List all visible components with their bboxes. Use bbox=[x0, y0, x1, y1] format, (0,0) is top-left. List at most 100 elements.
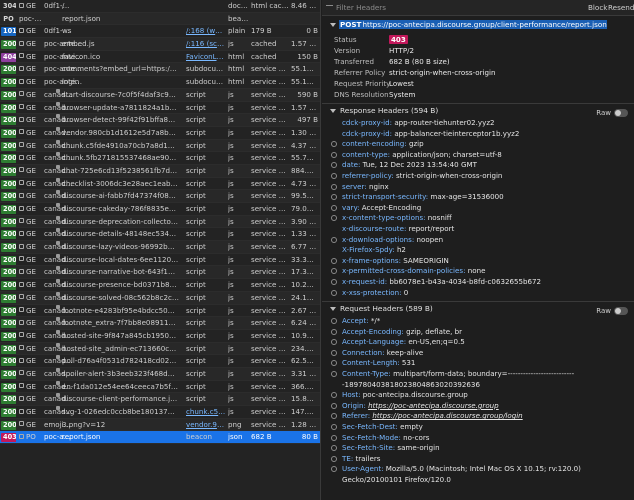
request-row[interactable]: 200 GE canad... vendor.980cb1d1612e5d7a8b36… bbox=[0, 126, 320, 140]
help-icon[interactable] bbox=[331, 162, 337, 169]
help-icon[interactable] bbox=[331, 434, 337, 441]
header-row[interactable]: server: nginx bbox=[322, 182, 634, 193]
request-row[interactable]: 200 GE canad... en-f1da012e54ee64ceeca7b5f1… bbox=[0, 380, 320, 394]
request-row[interactable]: 200 GE canad... footnote_extra-7f7bb8e08911… bbox=[0, 317, 320, 330]
request-row[interactable]: 200 GE canad... chunk.c5fde4910a70cb7a8d19.… bbox=[0, 139, 320, 153]
initiator-cell[interactable]: FaviconLo... bbox=[186, 51, 226, 64]
header-row[interactable]: x-permitted-cross-domain-policies: none bbox=[322, 266, 634, 277]
header-row[interactable]: X-Firefox-Spdy: h2 bbox=[322, 245, 634, 256]
request-row[interactable]: 200 GE canad... discourse-lazy-videos-96992… bbox=[0, 241, 320, 254]
request-row[interactable]: 200 GE canad... browser-detect-99f42f91bffa… bbox=[0, 114, 320, 127]
help-icon[interactable] bbox=[331, 204, 337, 211]
help-icon[interactable] bbox=[331, 424, 337, 431]
help-icon[interactable] bbox=[331, 151, 337, 158]
request-row[interactable]: 200 GE canad... chat-725e6cd13f5238561fb7da… bbox=[0, 164, 320, 178]
help-icon[interactable] bbox=[331, 141, 337, 148]
help-icon[interactable] bbox=[331, 349, 337, 356]
request-row[interactable]: 200 GE poc-ante... comments?embed_url=https… bbox=[0, 63, 320, 77]
request-row[interactable]: 200 GE canad... discourse-client-performanc… bbox=[0, 393, 320, 406]
help-icon[interactable] bbox=[331, 402, 337, 409]
request-row[interactable]: 200 GE emoji... 3.png?v=12 vendor.98... png se… bbox=[0, 418, 320, 432]
header-row[interactable]: Origin: https://poc-antecipa.discourse.g… bbox=[322, 401, 634, 412]
toggle-switch[interactable] bbox=[614, 109, 628, 117]
request-row[interactable]: 200 GE canad... discourse-cakeday-786f8835e… bbox=[0, 203, 320, 216]
help-icon[interactable] bbox=[331, 183, 337, 190]
request-line[interactable]: POSThttps://poc-antecipa.discourse.group… bbox=[322, 16, 634, 32]
header-row[interactable]: Sec-Fetch-Site: same-origin bbox=[322, 443, 634, 454]
initiator-cell[interactable]: /:168 (web... bbox=[186, 25, 226, 38]
header-row[interactable]: User-Agent: Mozilla/5.0 (Macintosh; Inte… bbox=[322, 464, 634, 485]
header-row[interactable]: Content-Type: multipart/form-data; bound… bbox=[322, 369, 634, 390]
request-row[interactable]: 200 GE poc-ante... login subdocum... html serv… bbox=[0, 76, 320, 89]
help-icon[interactable] bbox=[331, 257, 337, 264]
request-row[interactable]: 200 GE canad... footnote-e4283bf95e4bdcc506… bbox=[0, 304, 320, 318]
help-icon[interactable] bbox=[331, 278, 337, 285]
header-row[interactable]: x-download-options: noopen bbox=[322, 235, 634, 246]
request-row[interactable]: PO poc-ante... report.json beacon bbox=[0, 12, 320, 26]
request-row[interactable]: 200 GE canad... chunk.5fb271815537468ae90c.… bbox=[0, 152, 320, 165]
request-row[interactable]: 200 GE canad... poll-d76a4f0531d782418cd027… bbox=[0, 355, 320, 368]
help-icon[interactable] bbox=[331, 194, 337, 201]
request-row[interactable]: 200 GE canad... discourse-deprecation-colle… bbox=[0, 215, 320, 229]
header-row[interactable]: Accept-Encoding: gzip, deflate, br bbox=[322, 327, 634, 338]
help-icon[interactable] bbox=[331, 455, 337, 462]
request-list[interactable]: 304GE0df1-.../documenthtml cached8.46 kB… bbox=[0, 0, 321, 500]
help-icon[interactable] bbox=[331, 328, 337, 335]
header-row[interactable]: cdck-proxy-id: app-router-tiehunter02.yy… bbox=[322, 118, 634, 129]
initiator-cell[interactable]: chunk.c5f... bbox=[186, 406, 226, 419]
header-row[interactable]: Accept-Language: en-US,en;q=0.5 bbox=[322, 337, 634, 348]
initiator-cell[interactable]: /:116 (scri... bbox=[186, 38, 226, 51]
request-row[interactable]: 200 GE poc-ante... embed.js/:116 (scri... js… bbox=[0, 38, 320, 51]
request-row[interactable]: 200 GE canad... discourse-narrative-bot-643… bbox=[0, 266, 320, 280]
header-row[interactable]: cdck-proxy-id: app-balancer-tieintercept… bbox=[322, 129, 634, 140]
help-icon[interactable] bbox=[331, 339, 337, 346]
header-row[interactable]: content-type: application/json; charset=… bbox=[322, 150, 634, 161]
initiator-cell[interactable]: vendor.98... bbox=[186, 419, 226, 432]
header-row[interactable]: Sec-Fetch-Dest: empty bbox=[322, 422, 634, 433]
request-row[interactable]: 200 GE canad... discourse-details-48148ec53… bbox=[0, 228, 320, 242]
help-icon[interactable] bbox=[331, 172, 337, 179]
help-icon[interactable] bbox=[331, 413, 337, 420]
request-row[interactable]: 200 GE canad... spoiler-alert-3b3eeb323f468… bbox=[0, 367, 320, 381]
filter-headers-input[interactable]: Filter Headers bbox=[326, 3, 386, 12]
header-row[interactable]: x-content-type-options: nosniff bbox=[322, 213, 634, 224]
header-row[interactable]: x-request-id: bb6078e1-b43a-4034-b8fd-c0… bbox=[322, 277, 634, 288]
toggle-switch[interactable] bbox=[614, 307, 628, 316]
request-row[interactable]: 200 GE canad... browser-update-a7811824a1be… bbox=[0, 101, 320, 115]
request-row[interactable]: 200 GE canad... discourse-solved-08c562b8c2… bbox=[0, 291, 320, 305]
header-row[interactable]: x-xss-protection: 0 bbox=[322, 288, 634, 299]
request-row[interactable]: 403 PO poc-a... report.json beacon json 682 B8… bbox=[0, 431, 320, 445]
header-row[interactable]: referrer-policy: strict-origin-when-cros… bbox=[322, 171, 634, 182]
help-icon[interactable] bbox=[331, 466, 337, 473]
help-icon[interactable] bbox=[331, 371, 337, 378]
header-row[interactable]: vary: Accept-Encoding bbox=[322, 203, 634, 214]
header-row[interactable]: x-discourse-route: report/report bbox=[322, 224, 634, 235]
help-icon[interactable] bbox=[331, 289, 337, 296]
request-row[interactable]: 200 GE canad... discourse-local-dates-6ee11… bbox=[0, 253, 320, 267]
header-row[interactable]: Content-Length: 531 bbox=[322, 358, 634, 369]
help-icon[interactable] bbox=[331, 236, 337, 243]
help-icon[interactable] bbox=[331, 215, 337, 222]
header-row[interactable]: x-frame-options: SAMEORIGIN bbox=[322, 256, 634, 267]
request-row[interactable]: 200 GE canad... hosted-site-9f847a845cb1950… bbox=[0, 329, 320, 343]
help-icon[interactable] bbox=[331, 445, 337, 452]
request-headers-toggle[interactable]: Request Headers (589 B) Raw bbox=[322, 302, 634, 316]
help-icon[interactable] bbox=[331, 268, 337, 275]
resend-button[interactable]: Resend bbox=[608, 3, 634, 12]
header-row[interactable]: strict-transport-security: max-age=31536… bbox=[322, 192, 634, 203]
request-row[interactable]: 200 GE canad... discourse-presence-bd0371b8… bbox=[0, 279, 320, 292]
request-row[interactable]: 304GE0df1-.../documenthtml cached8.46 kB bbox=[0, 0, 320, 13]
header-row[interactable]: content-encoding: gzip bbox=[322, 139, 634, 150]
request-row[interactable]: 404 GE poc-ante... favicon.ico FaviconLo... h… bbox=[0, 51, 320, 64]
header-row[interactable]: Host: poc-antecipa.discourse.group bbox=[322, 390, 634, 401]
block-button[interactable]: Block bbox=[588, 3, 607, 12]
header-row[interactable]: Accept: */* bbox=[322, 316, 634, 327]
header-row[interactable]: date: Tue, 12 Dec 2023 13:54:40 GMT bbox=[322, 160, 634, 171]
help-icon[interactable] bbox=[331, 360, 337, 367]
header-row[interactable]: TE: trailers bbox=[322, 454, 634, 465]
request-row[interactable]: 200 GE canad... checklist-3006dc3e28aec1eab… bbox=[0, 177, 320, 191]
help-icon[interactable] bbox=[331, 318, 337, 325]
request-row[interactable]: 200 GE canad... svg-1-026edc0ccb8be18013762… bbox=[0, 406, 320, 419]
request-row[interactable]: 200 GE canad... start-discourse-7c0f5f4daf3… bbox=[0, 88, 320, 102]
help-icon[interactable] bbox=[331, 392, 337, 399]
